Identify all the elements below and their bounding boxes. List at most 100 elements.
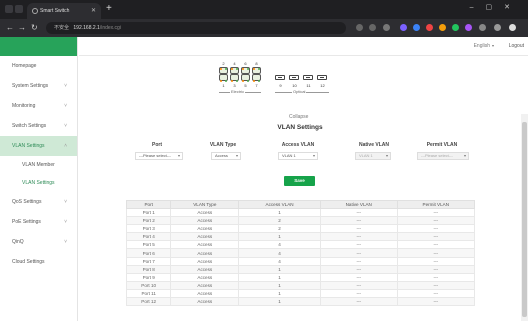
table-row: Port 5 Access 4 --- --- xyxy=(125,240,476,250)
sidebar-item-vlan-settings[interactable]: VLAN Settings ˄ xyxy=(0,136,77,156)
port-panel: 2 1 4 3 6 5 8 7 9 10 11 12 Electric Optical xyxy=(79,56,521,114)
table-cell: Access xyxy=(170,232,240,242)
window-controls[interactable]: –▢✕ xyxy=(470,3,522,11)
url-path: /index.cgi xyxy=(99,25,121,31)
sidebar-item-qos-settings[interactable]: QoS Settings ˅ xyxy=(0,192,77,212)
chevron-down-icon: ▾ xyxy=(312,153,315,158)
port-led-indicator xyxy=(231,80,233,82)
extension-blue-icon[interactable] xyxy=(413,24,420,31)
download-icon[interactable] xyxy=(479,24,486,31)
extension-icon[interactable] xyxy=(369,24,376,31)
sidebar: Homepage System Settings ˅ Monitoring ˅ Switc… xyxy=(0,37,78,321)
table-cell: Port 9 xyxy=(125,272,172,282)
extension-purple-icon[interactable] xyxy=(400,24,407,31)
optical-port[interactable] xyxy=(289,75,299,80)
extension-orange-icon[interactable] xyxy=(439,24,446,31)
sidebar-item-poe-settings[interactable]: PoE Settings ˅ xyxy=(0,212,77,232)
table-header-cell: Permit VLAN xyxy=(396,200,476,209)
table-cell: --- xyxy=(396,248,476,258)
table-cell: 4 xyxy=(238,240,321,250)
table-header-cell: VLAN Type xyxy=(170,200,240,209)
table-cell: --- xyxy=(396,256,476,266)
table-row: Port 4 Access 1 --- --- xyxy=(125,232,476,242)
port-led-indicator xyxy=(225,68,227,70)
sidepanel-icon[interactable] xyxy=(494,24,501,31)
sidebar-subitem-vlan-member[interactable]: VLAN Member xyxy=(0,156,77,174)
port-led-indicator xyxy=(220,80,222,82)
sidebar-item-label: QoS Settings xyxy=(12,199,42,205)
port-number-label: 1 xyxy=(222,83,225,88)
port-led-indicator xyxy=(242,68,244,70)
language-select[interactable]: English ▾ xyxy=(474,43,494,49)
save-button[interactable]: Save xyxy=(284,176,315,186)
port-select-value: ---Please select--- xyxy=(139,153,171,158)
table-cell: --- xyxy=(319,207,398,218)
table-cell: Port 6 xyxy=(125,248,172,258)
table-header-cell: Access VLAN xyxy=(238,200,321,209)
star-icon[interactable] xyxy=(383,24,390,31)
reload-icon[interactable]: ↻ xyxy=(31,22,38,34)
native-vlan-header: Native VLAN xyxy=(358,142,389,148)
new-tab-icon[interactable]: + xyxy=(106,3,112,15)
table-row: Port 3 Access 2 --- --- xyxy=(125,224,476,234)
profile-icon[interactable] xyxy=(509,24,516,31)
top-header: English ▾ Logout xyxy=(79,37,528,56)
back-icon[interactable]: ← xyxy=(6,22,14,34)
sidebar-item-qinq[interactable]: QinQ ˅ xyxy=(0,232,77,252)
table-cell: Port 4 xyxy=(125,232,172,242)
table-cell: 1 xyxy=(238,272,321,282)
table-cell: 1 xyxy=(238,232,321,242)
port-number-label: 5 xyxy=(244,83,247,88)
logout-link[interactable]: Logout xyxy=(509,43,524,49)
table-row: Port 7 Access 4 --- --- xyxy=(125,256,476,266)
access-vlan-select[interactable]: VLAN 1 ▾ xyxy=(278,152,318,160)
sidebar-item-label: QinQ xyxy=(12,239,24,245)
permit-vlan-header: Permit VLAN xyxy=(426,142,458,148)
tab-search-icon[interactable] xyxy=(15,5,23,13)
vlan-type-header: VLAN Type xyxy=(209,142,237,148)
table-row: Port 12 Access 1 --- --- xyxy=(125,297,476,307)
table-header-cell: Port xyxy=(125,200,172,209)
browser-tab[interactable]: Smart Switch ✕ xyxy=(27,3,101,19)
forward-icon[interactable]: → xyxy=(18,22,26,34)
chevron-down-icon: ▾ xyxy=(177,153,180,158)
port-led-indicator xyxy=(220,68,222,70)
table-cell: --- xyxy=(319,216,398,226)
table-cell: --- xyxy=(396,264,476,274)
scrollbar-thumb[interactable] xyxy=(522,122,527,317)
port-led-indicator xyxy=(253,80,255,82)
native-vlan-select[interactable]: VLAN 1 ▾ xyxy=(355,152,391,160)
window-menu-icon[interactable] xyxy=(5,5,13,13)
chevron-down-icon: ˅ xyxy=(64,239,67,245)
sidebar-item-homepage[interactable]: Homepage xyxy=(0,56,77,76)
table-row: Port 8 Access 1 --- --- xyxy=(125,264,476,274)
chevron-down-icon: ▾ xyxy=(491,43,494,48)
extension-violet-icon[interactable] xyxy=(465,24,472,31)
url-bar[interactable]: 不安全 192.168.2.1/index.cgi xyxy=(46,22,346,34)
scrollbar[interactable] xyxy=(521,114,528,321)
sidebar-item-system-settings[interactable]: System Settings ˅ xyxy=(0,76,77,96)
port-select[interactable]: ---Please select--- ▾ xyxy=(135,152,183,160)
sidebar-item-cloud-settings[interactable]: Cloud Settings xyxy=(0,252,77,272)
optical-port[interactable] xyxy=(275,75,285,80)
vlan-type-select[interactable]: Access ▾ xyxy=(211,152,241,160)
translate-icon[interactable] xyxy=(356,24,363,31)
browser-addressbar: ← → ↻ 不安全 192.168.2.1/index.cgi xyxy=(0,19,528,37)
port-number-label: 6 xyxy=(244,61,247,66)
table-cell: Access xyxy=(170,240,240,250)
close-tab-icon[interactable]: ✕ xyxy=(91,3,96,19)
port-number-label: 2 xyxy=(222,61,225,66)
url-host: 192.168.2.1 xyxy=(73,25,100,31)
sidebar-subitem-vlan-settings[interactable]: VLAN Settings xyxy=(0,174,77,192)
table-cell: 2 xyxy=(238,224,321,234)
permit-vlan-select[interactable]: ---Please select--- ▾ xyxy=(417,152,469,160)
sidebar-item-monitoring[interactable]: Monitoring ˅ xyxy=(0,96,77,116)
table-cell: Port 2 xyxy=(125,216,172,226)
extension-green-icon[interactable] xyxy=(452,24,459,31)
optical-port[interactable] xyxy=(303,75,313,80)
optical-port[interactable] xyxy=(317,75,327,80)
table-cell: Access xyxy=(170,256,240,266)
table-cell: Access xyxy=(170,207,240,218)
extension-red-icon[interactable] xyxy=(426,24,433,31)
sidebar-item-switch-settings[interactable]: Switch Settings ˅ xyxy=(0,116,77,136)
